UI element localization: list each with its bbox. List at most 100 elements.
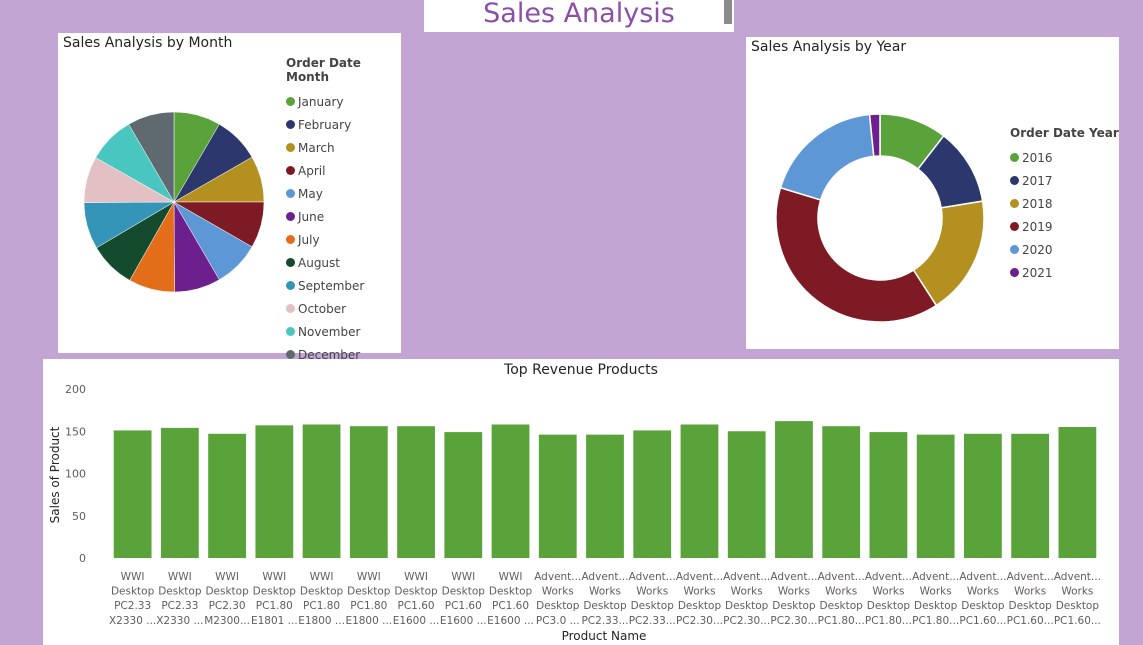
year-legend-swatch-2017 [1010,176,1019,185]
bar-product-21[interactable] [1058,427,1097,558]
x-tick-label: Advent... [770,571,817,583]
year-slice-2019[interactable] [775,186,938,323]
month-legend-item-april[interactable]: April [286,159,401,182]
x-tick-label: PC2.30... [770,615,817,627]
month-legend-item-june[interactable]: June [286,205,401,228]
bar-product-7[interactable] [397,426,435,558]
x-tick-label: Desktop [820,600,864,612]
month-legend-item-may[interactable]: May [286,182,401,205]
bar-product-2[interactable] [160,427,199,558]
month-chart-card[interactable]: Sales Analysis by Month Order Date Month… [58,33,401,362]
month-pie-chart[interactable] [58,53,298,353]
x-tick-label: WWI [215,571,239,583]
month-legend-item-july[interactable]: July [286,228,401,251]
bar-product-19[interactable] [964,433,1002,558]
x-tick-label: Advent... [534,571,581,583]
month-legend-item-november[interactable]: November [286,320,401,343]
x-tick-label: PC2.33... [629,615,676,627]
x-tick-label: Desktop [158,586,202,598]
x-tick-label: Desktop [111,586,155,598]
x-tick-label: PC2.33... [581,615,628,627]
month-legend-swatch-november [286,327,295,336]
x-tick-label: Desktop [300,586,344,598]
month-legend-item-october[interactable]: October [286,297,401,320]
year-legend-item-2016[interactable]: 2016 [1010,146,1119,169]
year-legend-label-2018: 2018 [1022,196,1053,211]
year-legend-swatch-2019 [1010,222,1019,231]
y-tick-label: 50 [72,510,86,523]
x-tick-label: Desktop [867,600,911,612]
month-legend-item-january[interactable]: January [286,90,401,113]
bar-product-8[interactable] [444,432,483,558]
year-legend-swatch-2021 [1010,268,1019,277]
year-legend-item-2021[interactable]: 2021 [1010,261,1119,284]
x-tick-label: Works [1014,586,1046,598]
y-tick-label: 150 [65,425,86,438]
x-tick-label: WWI [168,571,192,583]
x-tick-label: PC1.80 [350,600,387,612]
bar-product-15[interactable] [775,421,813,558]
bar-x-axis-label: Product Name [562,629,647,643]
bar-chart-card[interactable]: Top Revenue Products Sales of Product Pr… [43,359,1119,645]
bar-product-10[interactable] [538,434,577,558]
month-legend-label-june: June [298,209,325,224]
bar-product-1[interactable] [113,430,152,558]
bar-product-3[interactable] [208,433,246,558]
bar-product-6[interactable] [349,426,388,558]
x-tick-label: Works [589,586,621,598]
x-tick-label: PC2.33 [114,600,151,612]
year-legend-title: Order Date Year [1010,126,1119,140]
month-legend-item-february[interactable]: February [286,113,401,136]
bar-product-17[interactable] [869,432,908,558]
x-tick-label: PC2.30 [209,600,246,612]
x-tick-label: Desktop [442,586,486,598]
x-tick-label: Works [778,586,810,598]
bar-product-13[interactable] [680,424,719,558]
x-tick-label: Works [731,586,763,598]
year-slice-2020[interactable] [779,113,875,201]
month-legend-item-august[interactable]: August [286,251,401,274]
x-tick-label: Desktop [583,600,627,612]
year-chart-card[interactable]: Sales Analysis by Year Order Date Year 2… [746,37,1119,349]
x-tick-label: X2330 ... [156,615,203,627]
bar-product-20[interactable] [1011,433,1050,558]
x-tick-label: Works [542,586,574,598]
month-legend-swatch-september [286,281,295,290]
x-tick-label: E1800 ... [298,615,345,627]
year-legend-swatch-2018 [1010,199,1019,208]
year-legend-item-2018[interactable]: 2018 [1010,192,1119,215]
year-donut-chart[interactable] [746,57,1006,347]
year-legend-item-2020[interactable]: 2020 [1010,238,1119,261]
year-legend-swatch-2016 [1010,153,1019,162]
page-title-box: Sales Analysis [424,0,734,32]
year-legend-swatch-2020 [1010,245,1019,254]
x-tick-label: PC1.80... [865,615,912,627]
title-scrollbar[interactable] [724,0,732,24]
bar-product-14[interactable] [727,431,766,558]
bar-product-16[interactable] [822,426,861,558]
x-tick-label: Desktop [678,600,722,612]
x-tick-label: Advent... [629,571,676,583]
bar-product-4[interactable] [255,425,294,558]
bar-product-11[interactable] [586,434,624,558]
bar-product-5[interactable] [302,424,341,558]
x-tick-label: Desktop [1056,600,1100,612]
bar-product-12[interactable] [633,430,672,558]
year-legend-item-2017[interactable]: 2017 [1010,169,1119,192]
page-title: Sales Analysis [483,0,675,29]
x-tick-label: Advent... [959,571,1006,583]
x-tick-label: PC1.80... [818,615,865,627]
month-legend-label-april: April [298,163,326,178]
top-revenue-bar-chart[interactable]: Top Revenue Products Sales of Product Pr… [43,359,1119,645]
bar-product-18[interactable] [916,434,955,558]
bar-product-9[interactable] [491,424,530,558]
month-legend-label-october: October [298,301,347,316]
x-tick-label: Works [683,586,715,598]
month-legend-item-september[interactable]: September [286,274,401,297]
y-tick-label: 200 [65,383,86,396]
year-legend-item-2019[interactable]: 2019 [1010,215,1119,238]
x-tick-label: PC1.60... [1054,615,1101,627]
month-legend-item-march[interactable]: March [286,136,401,159]
month-legend-label-march: March [298,140,335,155]
x-tick-label: PC1.80 [303,600,340,612]
